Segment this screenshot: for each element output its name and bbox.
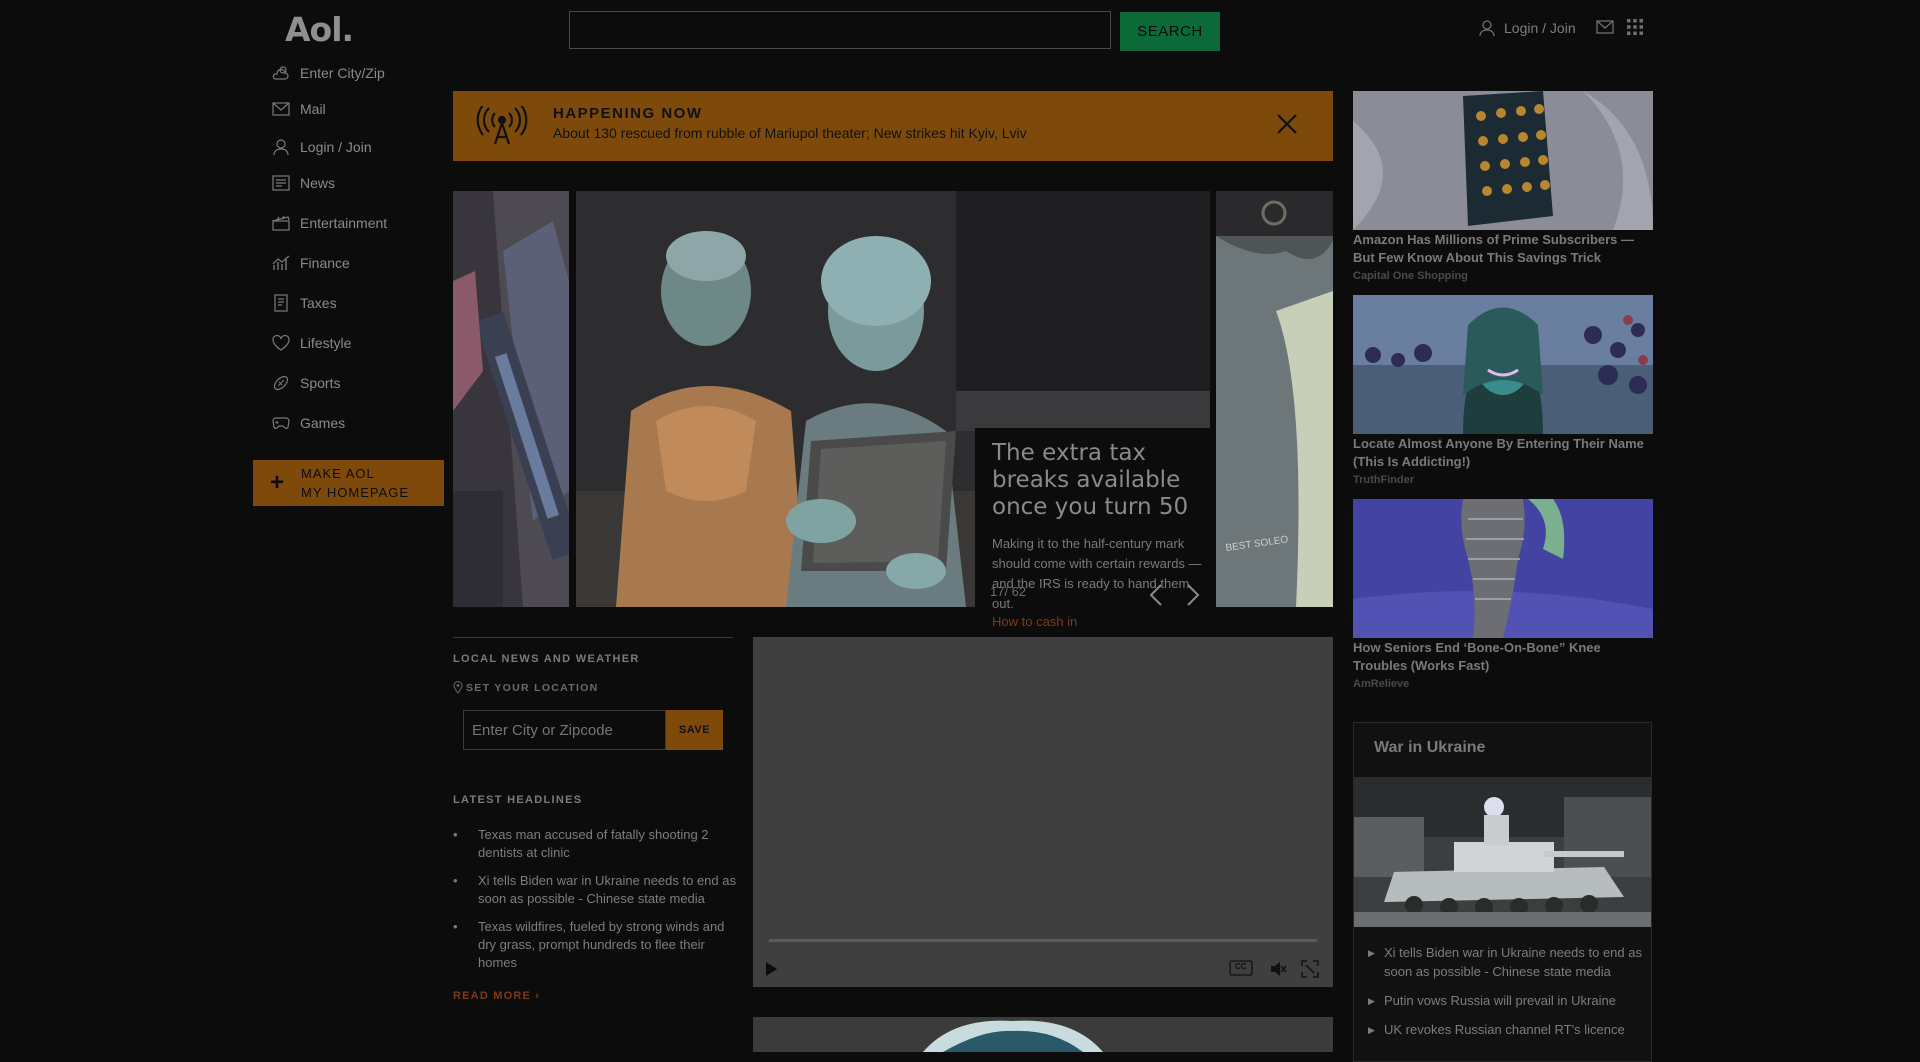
video-progress-bar[interactable] xyxy=(769,939,1317,942)
happening-now-banner[interactable]: HAPPENING NOW About 130 rescued from rub… xyxy=(453,91,1333,161)
sidebar-item-games[interactable]: Games xyxy=(272,414,345,432)
header-login-link[interactable]: Login / Join xyxy=(1478,19,1576,37)
sidebar-item-label: Lifestyle xyxy=(300,335,352,351)
cc-label: CC xyxy=(1235,962,1247,971)
sidebar-item-label: Entertainment xyxy=(300,215,388,231)
fullscreen-icon[interactable] xyxy=(1301,960,1319,978)
war-headline-item[interactable]: UK revokes Russian channel RT's licence xyxy=(1368,1020,1643,1040)
ad-title[interactable]: Amazon Has Millions of Prime Subscribers… xyxy=(1353,231,1658,267)
ad-title[interactable]: How Seniors End ‘Bone-On-Bone” Knee Trou… xyxy=(1353,639,1658,675)
ad-source: Capital One Shopping xyxy=(1353,270,1468,282)
football-icon xyxy=(272,374,290,392)
location-pin-icon xyxy=(453,681,463,694)
carousel-counter: 17/ 62 xyxy=(990,584,1027,599)
ad-title[interactable]: Locate Almost Anyone By Entering Their N… xyxy=(1353,435,1658,471)
sidebar-item-label: News xyxy=(300,175,336,191)
next-video-thumbnail[interactable] xyxy=(753,1017,1333,1052)
weather-icon xyxy=(272,64,290,82)
sidebar-item-label: Mail xyxy=(300,101,326,117)
banner-tag: HAPPENING NOW xyxy=(553,105,703,122)
carousel-prev-slide-image[interactable] xyxy=(453,191,569,607)
play-icon[interactable] xyxy=(763,960,779,978)
sidebar-item-login[interactable]: Login / Join xyxy=(272,138,372,156)
sidebar-item-entertainment[interactable]: Entertainment xyxy=(272,214,387,232)
ad-image[interactable] xyxy=(1353,91,1653,230)
set-location-link[interactable]: SET YOUR LOCATION xyxy=(453,681,599,694)
user-icon xyxy=(1478,19,1496,37)
carousel-story-title[interactable]: The extra tax breaks available once you … xyxy=(992,440,1197,521)
carousel-story-card[interactable]: The extra tax breaks available once you … xyxy=(975,428,1210,636)
ad-image[interactable] xyxy=(1353,499,1653,638)
finance-chart-icon xyxy=(272,254,290,272)
section-divider xyxy=(453,637,733,638)
local-news-heading: LOCAL NEWS AND WEATHER xyxy=(453,653,640,665)
mail-icon[interactable] xyxy=(1596,20,1614,34)
carousel-next-slide-image[interactable]: BEST SOLEO xyxy=(1216,191,1333,607)
war-headline-item[interactable]: Putin vows Russia will prevail in Ukrain… xyxy=(1368,991,1643,1011)
sidebar-item-lifestyle[interactable]: Lifestyle xyxy=(272,334,351,352)
war-module-image[interactable] xyxy=(1354,777,1651,927)
war-module-title[interactable]: War in Ukraine xyxy=(1374,739,1485,757)
mail-icon xyxy=(272,100,290,118)
header-login-label: Login / Join xyxy=(1504,20,1576,36)
taxes-icon xyxy=(272,294,290,312)
ad-image[interactable] xyxy=(1353,295,1653,434)
ad-source: TruthFinder xyxy=(1353,474,1415,486)
sidebar-item-sports[interactable]: Sports xyxy=(272,374,340,392)
aol-logo[interactable]: Aol. xyxy=(285,10,354,49)
latest-headlines-list: Texas man accused of fatally shooting 2 … xyxy=(453,826,738,982)
news-icon xyxy=(272,174,290,192)
war-in-ukraine-module: War in Ukraine Xi tells Biden war in Ukr… xyxy=(1353,722,1652,1062)
apps-grid-icon[interactable] xyxy=(1626,18,1644,36)
sidebar-item-label: Login / Join xyxy=(300,139,372,155)
broadcast-tower-icon xyxy=(475,106,529,146)
set-location-label: SET YOUR LOCATION xyxy=(466,681,599,694)
clapper-icon xyxy=(272,214,290,232)
latest-headlines-heading: LATEST HEADLINES xyxy=(453,794,583,806)
headline-item[interactable]: Xi tells Biden war in Ukraine needs to e… xyxy=(453,872,738,908)
sidebar-item-label: Taxes xyxy=(300,295,337,311)
user-icon xyxy=(272,138,290,156)
make-homepage-label: MAKE AOL MY HOMEPAGE xyxy=(301,466,410,500)
headline-item[interactable]: Texas man accused of fatally shooting 2 … xyxy=(453,826,738,862)
closed-captions-icon[interactable]: CC xyxy=(1229,960,1253,976)
sidebar-item-label: Sports xyxy=(300,375,341,391)
banner-headline[interactable]: About 130 rescued from rubble of Mariupo… xyxy=(553,125,1027,141)
close-icon[interactable] xyxy=(1275,112,1299,136)
sidebar-item-label: Games xyxy=(300,415,346,431)
plus-icon: + xyxy=(269,469,284,496)
sidebar-item-taxes[interactable]: Taxes xyxy=(272,294,337,312)
make-homepage-button[interactable]: + MAKE AOL MY HOMEPAGE xyxy=(253,460,444,506)
war-headlines-list: Xi tells Biden war in Ukraine needs to e… xyxy=(1368,943,1643,1049)
video-player[interactable]: CC xyxy=(753,637,1333,987)
chevron-right-icon[interactable] xyxy=(1186,583,1200,607)
sidebar-item-mail[interactable]: Mail xyxy=(272,100,326,118)
zipcode-input[interactable] xyxy=(463,710,666,750)
gamepad-icon xyxy=(272,414,290,432)
search-input[interactable] xyxy=(569,11,1111,49)
sidebar-item-label: Enter City/Zip xyxy=(300,65,385,81)
carousel-story-link[interactable]: How to cash in xyxy=(992,614,1077,629)
chevron-left-icon[interactable] xyxy=(1149,583,1163,607)
search-button[interactable]: SEARCH xyxy=(1120,12,1220,51)
mute-icon[interactable] xyxy=(1269,960,1287,978)
headline-item[interactable]: Texas wildfires, fueled by strong winds … xyxy=(453,918,738,972)
sidebar-item-news[interactable]: News xyxy=(272,174,335,192)
save-location-button[interactable]: SAVE xyxy=(666,710,723,750)
ad-source: AmRelieve xyxy=(1353,678,1410,690)
carousel-story-description: Making it to the half-century mark shoul… xyxy=(992,536,1202,611)
sidebar-item-weather[interactable]: Enter City/Zip xyxy=(272,64,385,82)
read-more-link[interactable]: READ MORE › xyxy=(453,990,540,1002)
war-headline-item[interactable]: Xi tells Biden war in Ukraine needs to e… xyxy=(1368,943,1643,981)
sidebar-item-finance[interactable]: Finance xyxy=(272,254,350,272)
heart-icon xyxy=(272,334,290,352)
sidebar-item-label: Finance xyxy=(300,255,350,271)
